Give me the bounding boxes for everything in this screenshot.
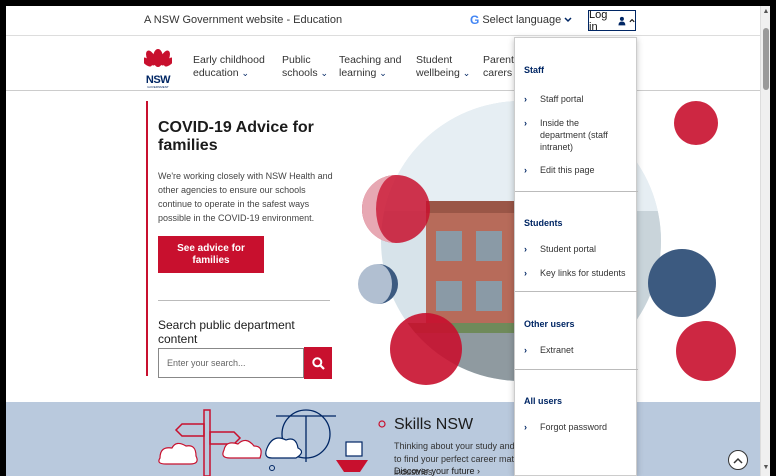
- menu-item-edit-page[interactable]: › Edit this page: [515, 164, 638, 176]
- chevron-down-icon: ⌄: [379, 68, 387, 78]
- nav-label-line1: Early childhood: [193, 54, 265, 66]
- menu-item-forgot-password[interactable]: › Forgot password: [515, 421, 638, 433]
- arrow-up-icon: [733, 457, 743, 464]
- nav-early-childhood[interactable]: Early childhood education ⌄: [193, 54, 265, 80]
- back-to-top-button[interactable]: [728, 450, 748, 470]
- chevron-right-icon: ›: [524, 244, 527, 254]
- login-button[interactable]: Log in: [588, 8, 636, 33]
- all-users-heading: All users: [524, 396, 563, 406]
- search-input[interactable]: Enter your search...: [158, 348, 304, 378]
- skills-title: Skills NSW: [394, 416, 474, 433]
- divider: [158, 300, 330, 301]
- chevron-right-icon: ›: [524, 268, 527, 278]
- utility-bar: A NSW Government website - Education G S…: [6, 6, 760, 36]
- nav-label-line2: education: [193, 67, 239, 79]
- chevron-down-icon: ⌄: [320, 68, 329, 78]
- hero-text: We're working closely with NSW Health an…: [158, 171, 333, 223]
- vertical-scrollbar[interactable]: ▲ ▼: [760, 6, 770, 476]
- nav-label-line1: Student: [416, 54, 453, 66]
- chevron-right-icon: ›: [524, 345, 527, 355]
- logo-text: NSW: [145, 74, 171, 86]
- google-icon: G: [470, 13, 480, 27]
- nav-label-line2: learning: [339, 67, 377, 79]
- skills-link[interactable]: Discover your future ›: [394, 466, 480, 476]
- chevron-right-icon: ›: [524, 165, 527, 175]
- menu-item-label: Inside the department (staff intranet): [540, 118, 608, 152]
- nav-label-line2: carers: [483, 67, 513, 79]
- menu-item-label: Extranet: [540, 345, 574, 355]
- language-selector[interactable]: G Select language: [470, 13, 572, 27]
- nav-public-schools[interactable]: Public schools ⌄: [282, 54, 328, 80]
- chevron-right-icon: ›: [477, 466, 481, 476]
- other-users-section: Other users › Extranet: [515, 319, 638, 356]
- nav-teaching-learning[interactable]: Teaching and learning ⌄: [339, 54, 401, 80]
- hero-title: COVID-19 Advice for families: [158, 119, 314, 154]
- nav-label-line1: Public: [282, 54, 311, 66]
- chevron-down-icon: [564, 17, 572, 23]
- chevron-right-icon: ›: [524, 118, 527, 128]
- main-nav: NSW GOVERNMENT Early childhood education…: [6, 37, 760, 91]
- scroll-up-arrow-icon[interactable]: ▲: [762, 8, 770, 16]
- menu-item-label: Student portal: [540, 244, 597, 254]
- menu-item-label: Forgot password: [540, 422, 608, 432]
- gov-website-label: A NSW Government website - Education: [144, 14, 343, 26]
- user-icon: [618, 16, 626, 25]
- search-title: Search public department content: [158, 318, 295, 346]
- nav-label-line2: schools: [282, 67, 318, 79]
- skills-banner: Skills NSW Thinking about your study and…: [6, 402, 760, 476]
- divider: [515, 291, 638, 292]
- divider: [515, 369, 638, 370]
- menu-item-staff-portal[interactable]: › Staff portal: [515, 93, 638, 105]
- menu-item-label: Staff portal: [540, 94, 584, 104]
- chevron-down-icon: ⌄: [241, 68, 250, 78]
- logo-subtext: GOVERNMENT: [147, 85, 169, 89]
- all-users-section: All users › Forgot password: [515, 396, 638, 433]
- nav-label-line1: Teaching and: [339, 54, 402, 66]
- see-advice-button[interactable]: See advice for families: [158, 236, 264, 273]
- students-heading: Students: [524, 218, 563, 228]
- chevron-down-icon: ⌄: [462, 68, 471, 78]
- page: A NSW Government website - Education G S…: [6, 6, 760, 476]
- nav-student-wellbeing[interactable]: Student wellbeing ⌄: [416, 54, 470, 80]
- language-label: Select language: [482, 14, 562, 26]
- search-button[interactable]: [304, 347, 332, 379]
- staff-heading: Staff: [524, 65, 544, 75]
- nsw-logo[interactable]: NSW GOVERNMENT: [142, 44, 174, 89]
- nav-label-line2: wellbeing: [416, 67, 460, 79]
- chevron-up-icon: [629, 18, 635, 23]
- divider: [515, 191, 638, 192]
- login-label: Log in: [589, 8, 608, 33]
- search-icon: [311, 356, 325, 370]
- menu-item-label: Key links for students: [540, 268, 626, 278]
- skills-link-label: Discover your future: [394, 466, 475, 476]
- students-section: Students › Student portal › Key links for …: [515, 218, 638, 279]
- staff-section: Staff › Staff portal › Inside the departme…: [515, 65, 638, 176]
- menu-item-label: Edit this page: [540, 165, 595, 175]
- scroll-down-arrow-icon[interactable]: ▼: [762, 464, 770, 472]
- hero-content: COVID-19 Advice for families We're worki…: [146, 101, 336, 379]
- menu-item-key-links[interactable]: › Key links for students: [515, 267, 638, 279]
- menu-item-inside-department[interactable]: › Inside the department (staff intranet): [515, 117, 638, 153]
- login-dropdown-menu: Staff › Staff portal › Inside the departme…: [514, 37, 638, 476]
- skills-illustration: [158, 409, 386, 476]
- scrollbar-thumb[interactable]: [763, 28, 769, 90]
- chevron-right-icon: ›: [524, 94, 527, 104]
- chevron-right-icon: ›: [524, 422, 527, 432]
- other-users-heading: Other users: [524, 319, 575, 329]
- menu-item-extranet[interactable]: › Extranet: [515, 344, 638, 356]
- menu-item-student-portal[interactable]: › Student portal: [515, 243, 638, 255]
- waratah-logo: [142, 49, 174, 67]
